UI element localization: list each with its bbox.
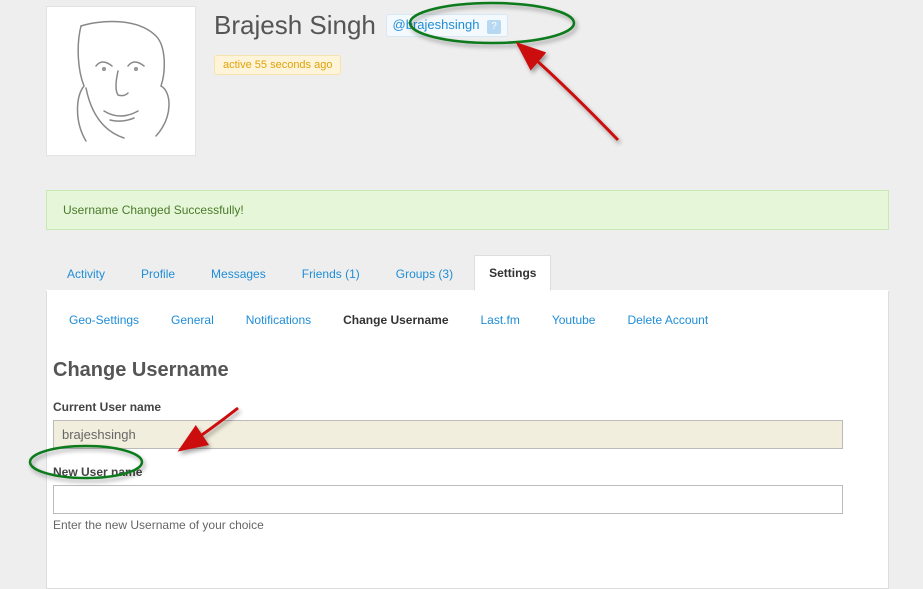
subtab-youtube[interactable]: Youtube xyxy=(536,305,612,335)
current-username-label: Current User name xyxy=(53,400,882,414)
profile-tabs: Activity Profile Messages Friends (1) Gr… xyxy=(46,254,889,291)
new-username-input[interactable] xyxy=(53,485,843,514)
username-handle[interactable]: @brajeshsingh ? xyxy=(386,14,509,37)
tab-friends[interactable]: Friends (1) xyxy=(287,256,375,291)
subtab-geo[interactable]: Geo-Settings xyxy=(53,305,155,335)
section-title: Change Username xyxy=(53,359,882,382)
tab-settings[interactable]: Settings xyxy=(474,255,551,291)
subtab-change-username[interactable]: Change Username xyxy=(327,305,464,335)
subtab-notifications[interactable]: Notifications xyxy=(230,305,327,335)
tab-activity[interactable]: Activity xyxy=(52,256,120,291)
avatar-placeholder-icon xyxy=(56,16,186,146)
new-username-hint: Enter the new Username of your choice xyxy=(53,518,882,532)
subtab-delete[interactable]: Delete Account xyxy=(611,305,724,335)
display-name: Brajesh Singh xyxy=(214,10,376,41)
settings-subtabs: Geo-Settings General Notifications Chang… xyxy=(47,291,888,349)
tab-groups[interactable]: Groups (3) xyxy=(381,256,468,291)
subtab-lastfm[interactable]: Last.fm xyxy=(465,305,536,335)
avatar[interactable] xyxy=(46,6,196,156)
success-notice: Username Changed Successfully! xyxy=(46,190,889,230)
activity-status: active 55 seconds ago xyxy=(214,55,341,75)
current-username-input xyxy=(53,420,843,449)
tab-profile[interactable]: Profile xyxy=(126,256,190,291)
subtab-general[interactable]: General xyxy=(155,305,230,335)
tab-messages[interactable]: Messages xyxy=(196,256,281,291)
handle-text: @brajeshsingh xyxy=(393,17,480,32)
new-username-label: New User name xyxy=(53,465,882,479)
help-icon[interactable]: ? xyxy=(487,20,501,34)
